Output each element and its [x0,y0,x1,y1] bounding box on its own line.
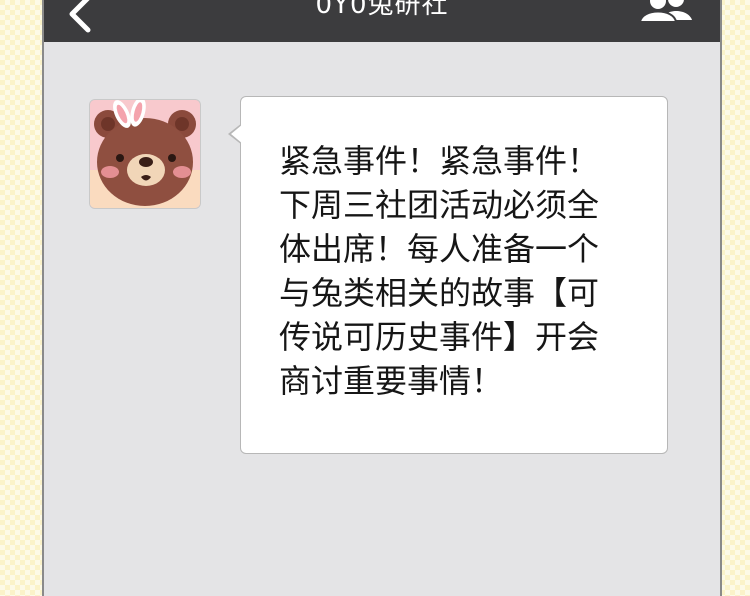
bear-avatar-icon [90,100,200,208]
chat-window: 0Y0兔研社 紧急事件！紧急事件！ 下周三社团活动必须全 体出席！每人准备一个 … [42,0,722,596]
message-line: 紧急事件！紧急事件！ [279,142,600,180]
message-line: 与兔类相关的故事【可 [279,274,600,312]
message-line: 体出席！每人准备一个 [279,230,600,268]
message-bubble[interactable]: 紧急事件！紧急事件！ 下周三社团活动必须全 体出席！每人准备一个 与兔类相关的故… [240,96,668,454]
top-nav-bar: 0Y0兔研社 [44,0,720,42]
group-members-button[interactable] [636,0,698,24]
group-members-icon [638,0,692,23]
bubble-tail-fill [231,124,243,144]
chat-title: 0Y0兔研社 [315,0,449,20]
message-line: 商讨重要事情！ [279,362,504,400]
message-line: 下周三社团活动必须全 [279,186,600,224]
sender-avatar[interactable] [90,100,200,208]
message-line: 传说可历史事件】开会 [279,318,600,356]
message-text: 紧急事件！紧急事件！ 下周三社团活动必须全 体出席！每人准备一个 与兔类相关的故… [279,139,639,403]
